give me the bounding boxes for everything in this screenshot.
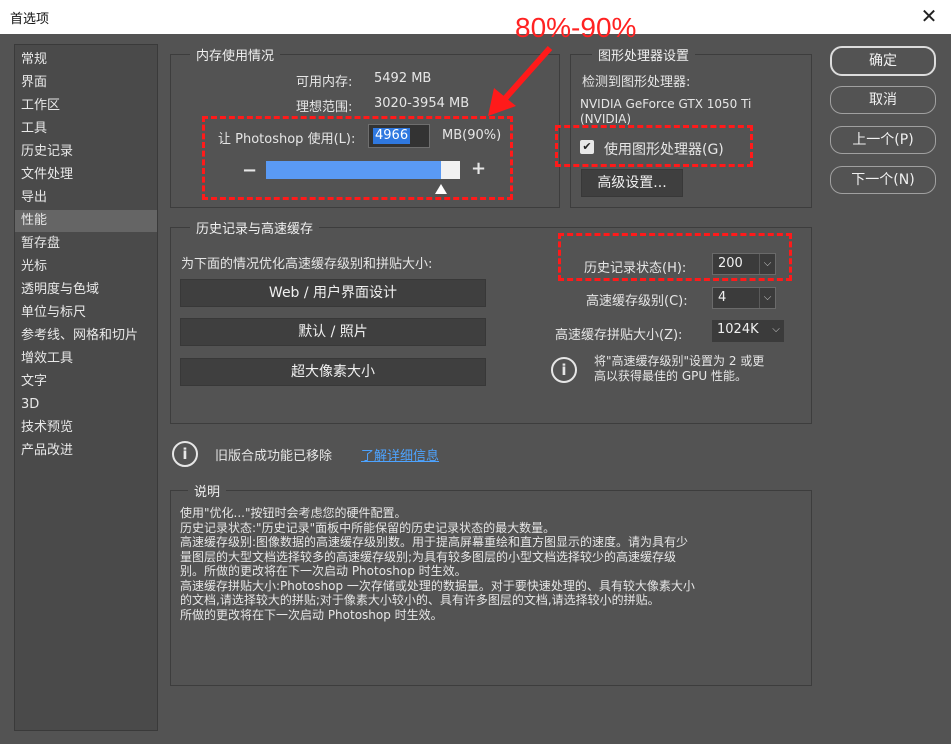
optimize-huge-button[interactable]: 超大像素大小 bbox=[180, 358, 486, 386]
gpu-name-line1: NVIDIA GeForce GTX 1050 Ti bbox=[580, 97, 752, 111]
optimize-web-button[interactable]: Web / 用户界面设计 bbox=[180, 279, 486, 307]
description-line: 所做的更改将在下一次启动 Photoshop 时生效。 bbox=[180, 607, 443, 622]
available-memory-value: 5492 MB bbox=[374, 71, 432, 86]
ideal-range-label: 理想范围: bbox=[296, 100, 353, 115]
description-line: 高速缓存级别:图像数据的高速缓存级别数。用于提高屏幕重绘和直方图显示的速度。请为… bbox=[180, 535, 689, 549]
cancel-button[interactable]: 取消 bbox=[830, 86, 936, 114]
sidebar-item-tech-preview[interactable]: 技术预览 bbox=[15, 417, 157, 439]
description-line: 的文档,请选择较大的拼贴;对于像素大小较小的、具有许多图层的文档,请选择较小的拼… bbox=[180, 593, 660, 607]
sidebar-item-type[interactable]: 文字 bbox=[15, 371, 157, 393]
tile-size-select[interactable]: 1024K ⌵ bbox=[712, 320, 784, 342]
info-icon: i bbox=[551, 357, 577, 383]
sidebar-item-file-handling[interactable]: 文件处理 bbox=[15, 164, 157, 186]
sidebar-item-units[interactable]: 单位与标尺 bbox=[15, 302, 157, 324]
legacy-compositing-text: 旧版合成功能已移除 bbox=[215, 449, 333, 464]
sidebar-item-transparency[interactable]: 透明度与色域 bbox=[15, 279, 157, 301]
sidebar-item-interface[interactable]: 界面 bbox=[15, 72, 157, 94]
description-line: 别。所做的更改将在下一次启动 Photoshop 时生效。 bbox=[180, 564, 467, 578]
chevron-down-icon[interactable]: ⌵ bbox=[768, 320, 784, 340]
title-bar: 首选项 ✕ bbox=[0, 0, 951, 34]
ok-button[interactable]: 确定 bbox=[830, 46, 936, 76]
available-memory-label: 可用内存: bbox=[296, 75, 353, 90]
optimize-label: 为下面的情况优化高速缓存级别和拼贴大小: bbox=[181, 257, 433, 272]
sidebar-item-3d[interactable]: 3D bbox=[15, 394, 157, 416]
previous-button[interactable]: 上一个(P) bbox=[830, 126, 936, 154]
cache-levels-value: 4 bbox=[718, 290, 727, 305]
gpu-hint-line2: 高以获得最佳的 GPU 性能。 bbox=[594, 369, 747, 383]
description-line: 量图层的大型文档选择较多的高速缓存级别;为具有较多图层的小型文档选择较少的高速缓… bbox=[180, 549, 677, 564]
memory-group-title: 内存使用情况 bbox=[190, 45, 281, 64]
sidebar-item-export[interactable]: 导出 bbox=[15, 187, 157, 209]
description-line: 使用"优化..."按钮时会考虑您的硬件配置。 bbox=[180, 506, 407, 520]
sidebar-item-cursors[interactable]: 光标 bbox=[15, 256, 157, 278]
sidebar-item-workspace[interactable]: 工作区 bbox=[15, 95, 157, 117]
gpu-group-title: 图形处理器设置 bbox=[592, 45, 696, 64]
description-line: 历史记录状态:"历史记录"面板中所能保留的历史记录状态的最大数量。 bbox=[180, 520, 556, 535]
description-text: 使用"优化..."按钮时会考虑您的硬件配置。 历史记录状态:"历史记录"面板中所… bbox=[180, 506, 800, 622]
cache-levels-select[interactable]: 4 ⌵ bbox=[712, 287, 776, 309]
annotation-history-box bbox=[558, 233, 792, 281]
window-title: 首选项 bbox=[10, 12, 50, 27]
tile-size-value: 1024K bbox=[717, 322, 759, 337]
sidebar-item-plugins[interactable]: 增效工具 bbox=[15, 348, 157, 370]
annotation-gpu-box bbox=[555, 125, 753, 167]
optimize-default-button[interactable]: 默认 / 照片 bbox=[180, 318, 486, 346]
gpu-name-line2: (NVIDIA) bbox=[580, 112, 632, 126]
sidebar-item-history-log[interactable]: 历史记录 bbox=[15, 141, 157, 163]
sidebar-item-performance[interactable]: 性能 bbox=[15, 210, 157, 232]
ideal-range-value: 3020-3954 MB bbox=[374, 96, 470, 111]
sidebar-item-scratch-disks[interactable]: 暂存盘 bbox=[15, 233, 157, 255]
sidebar-item-guides[interactable]: 参考线、网格和切片 bbox=[15, 325, 157, 347]
annotation-arrow-icon bbox=[488, 46, 553, 116]
advanced-settings-button[interactable]: 高级设置... bbox=[581, 169, 683, 197]
chevron-down-icon[interactable]: ⌵ bbox=[759, 288, 775, 308]
tile-size-label: 高速缓存拼贴大小(Z): bbox=[555, 328, 683, 343]
learn-more-link[interactable]: 了解详细信息 bbox=[361, 445, 439, 464]
close-icon[interactable]: ✕ bbox=[915, 3, 943, 31]
description-line: 高速缓存拼贴大小:Photoshop 一次存储或处理的数据量。对于要快速处理的、… bbox=[180, 578, 695, 593]
sidebar: 常规 界面 工作区 工具 历史记录 文件处理 导出 性能 暂存盘 光标 透明度与… bbox=[14, 44, 158, 731]
gpu-detected-label: 检测到图形处理器: bbox=[582, 75, 691, 90]
annotation-memory-box bbox=[202, 116, 513, 200]
sidebar-item-tools[interactable]: 工具 bbox=[15, 118, 157, 140]
sidebar-item-product-improvement[interactable]: 产品改进 bbox=[15, 440, 157, 462]
cache-group-title: 历史记录与高速缓存 bbox=[190, 218, 320, 237]
next-button[interactable]: 下一个(N) bbox=[830, 166, 936, 194]
cache-levels-label: 高速缓存级别(C): bbox=[586, 294, 688, 309]
annotation-arrow-shaft bbox=[499, 46, 553, 104]
sidebar-item-general[interactable]: 常规 bbox=[15, 49, 157, 71]
info-icon: i bbox=[172, 441, 198, 467]
description-group-title: 说明 bbox=[188, 481, 227, 500]
